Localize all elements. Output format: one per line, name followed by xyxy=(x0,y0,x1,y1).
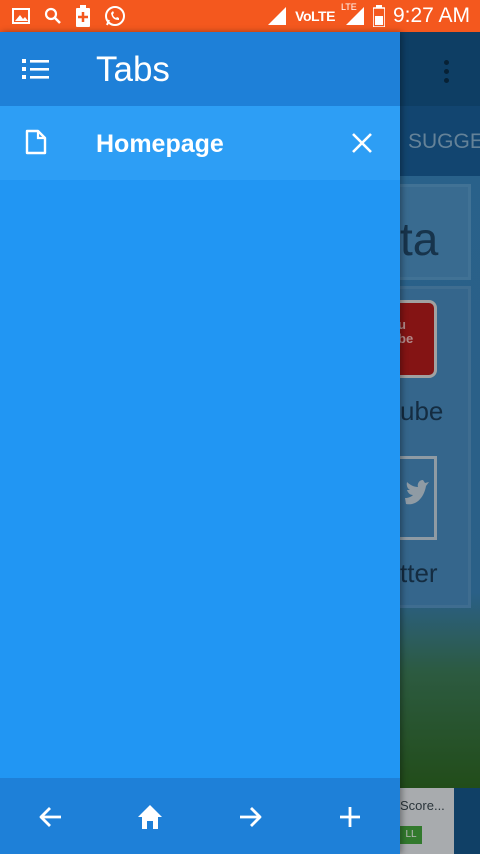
arrow-left-icon[interactable] xyxy=(36,802,66,832)
search-icon xyxy=(44,7,61,24)
battery-icon xyxy=(372,5,385,27)
background-page: SUGGE ta u be ube tter Score... LL xyxy=(398,32,480,854)
arrow-right-icon[interactable] xyxy=(235,802,265,832)
page-icon xyxy=(25,129,47,155)
tab-list-icon[interactable] xyxy=(22,58,50,80)
whatsapp-icon xyxy=(105,6,125,26)
drawer-scrim[interactable] xyxy=(400,32,480,854)
tab-title: Homepage xyxy=(96,130,224,158)
lte-signal: LTE xyxy=(341,2,365,26)
status-bar: VoLTE LTE 9:27 AM xyxy=(0,0,480,32)
signal-icon xyxy=(268,7,287,25)
tabs-drawer: Tabs Homepage xyxy=(0,32,400,854)
close-icon[interactable] xyxy=(350,131,374,155)
drawer-title: Tabs xyxy=(96,50,170,89)
gallery-icon xyxy=(12,8,30,24)
notification-icons xyxy=(12,5,126,27)
drawer-header: Tabs xyxy=(0,32,400,106)
plus-icon[interactable] xyxy=(335,802,365,832)
clock: 9:27 AM xyxy=(392,4,470,27)
tab-item-homepage[interactable]: Homepage xyxy=(0,106,400,180)
drawer-bottom-bar xyxy=(0,778,400,854)
home-icon[interactable] xyxy=(135,802,165,832)
lte-signal-icon xyxy=(345,7,364,25)
system-icons: VoLTE LTE 9:27 AM xyxy=(267,2,470,28)
network-type: VoLTE xyxy=(295,8,335,24)
battery-saver-icon xyxy=(76,5,90,27)
